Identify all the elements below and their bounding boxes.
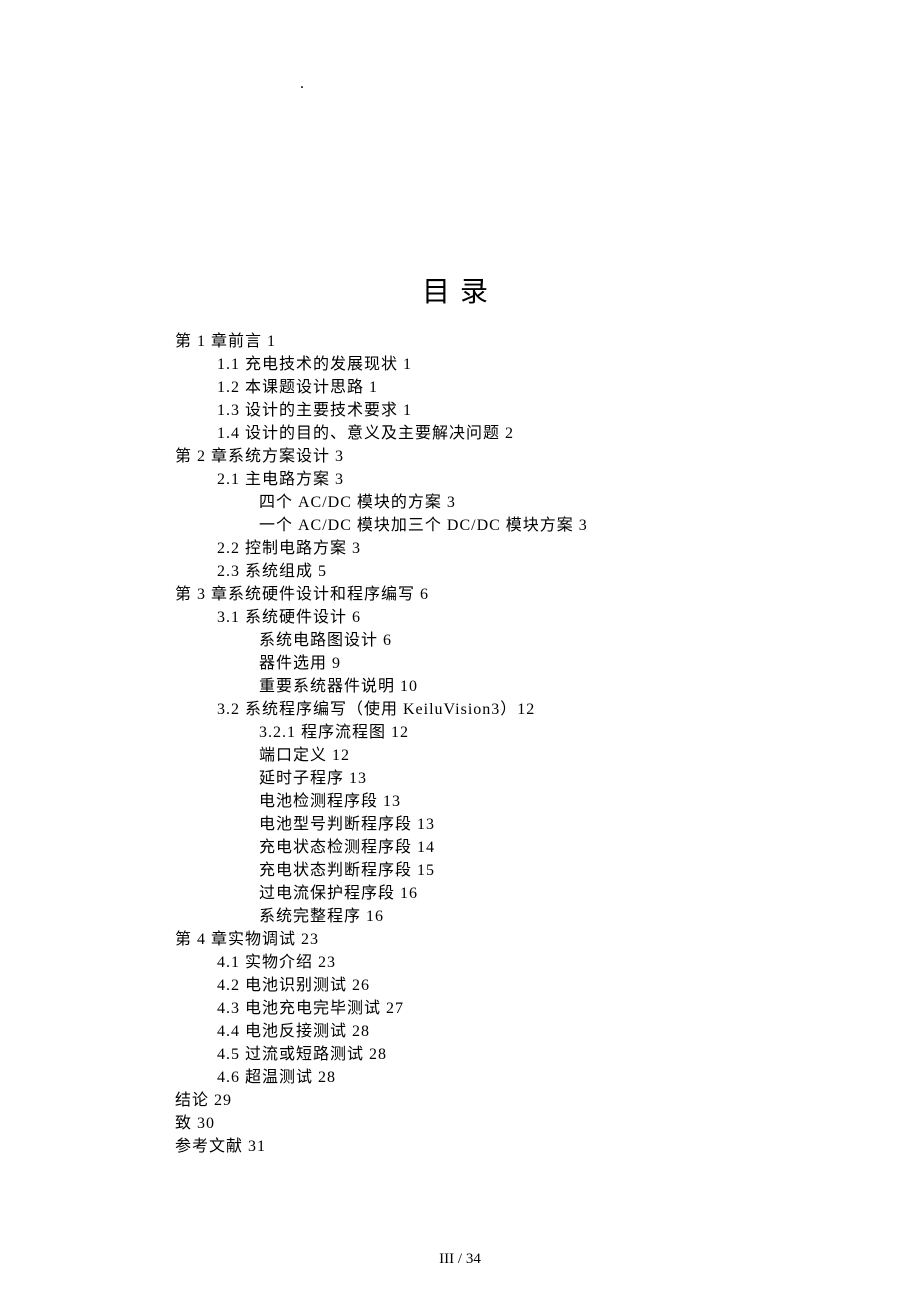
toc-entry: 4.5 过流或短路测试 28 <box>217 1043 920 1066</box>
header-dot: . <box>300 75 304 93</box>
toc-entry: 4.4 电池反接测试 28 <box>217 1020 920 1043</box>
toc-entry: 系统完整程序 16 <box>259 905 920 928</box>
page: . 目录 第 1 章前言 11.1 充电技术的发展现状 11.2 本课题设计思路… <box>0 0 920 1158</box>
toc-entry: 一个 AC/DC 模块加三个 DC/DC 模块方案 3 <box>259 514 920 537</box>
toc-entry: 1.2 本课题设计思路 1 <box>217 376 920 399</box>
toc-entry: 4.2 电池识别测试 26 <box>217 974 920 997</box>
toc-entry: 器件选用 9 <box>259 652 920 675</box>
toc-entry: 2.2 控制电路方案 3 <box>217 537 920 560</box>
toc-entry: 1.1 充电技术的发展现状 1 <box>217 353 920 376</box>
toc-entry: 第 4 章实物调试 23 <box>175 928 920 951</box>
toc-entry: 第 3 章系统硬件设计和程序编写 6 <box>175 583 920 606</box>
toc-entry: 电池型号判断程序段 13 <box>259 813 920 836</box>
toc-entry: 端口定义 12 <box>259 744 920 767</box>
page-footer: III / 34 <box>0 1251 920 1268</box>
toc-entry: 第 1 章前言 1 <box>175 330 920 353</box>
toc-entry: 第 2 章系统方案设计 3 <box>175 445 920 468</box>
toc-entry: 1.3 设计的主要技术要求 1 <box>217 399 920 422</box>
toc-entry: 4.1 实物介绍 23 <box>217 951 920 974</box>
toc-entry: 1.4 设计的目的、意义及主要解决问题 2 <box>217 422 920 445</box>
toc-entry: 结论 29 <box>175 1089 920 1112</box>
toc-entry: 3.2 系统程序编写（使用 KeiluVision3）12 <box>217 698 920 721</box>
toc-entry: 4.3 电池充电完毕测试 27 <box>217 997 920 1020</box>
toc-entry: 系统电路图设计 6 <box>259 629 920 652</box>
toc-entry: 四个 AC/DC 模块的方案 3 <box>259 491 920 514</box>
toc-entry: 电池检测程序段 13 <box>259 790 920 813</box>
toc-entry: 3.2.1 程序流程图 12 <box>259 721 920 744</box>
toc-entry: 重要系统器件说明 10 <box>259 675 920 698</box>
toc-list: 第 1 章前言 11.1 充电技术的发展现状 11.2 本课题设计思路 11.3… <box>175 330 920 1158</box>
toc-entry: 参考文献 31 <box>175 1135 920 1158</box>
toc-title: 目录 <box>0 270 920 310</box>
toc-entry: 充电状态检测程序段 14 <box>259 836 920 859</box>
toc-entry: 过电流保护程序段 16 <box>259 882 920 905</box>
toc-entry: 4.6 超温测试 28 <box>217 1066 920 1089</box>
toc-entry: 延时子程序 13 <box>259 767 920 790</box>
toc-entry: 3.1 系统硬件设计 6 <box>217 606 920 629</box>
toc-entry: 2.1 主电路方案 3 <box>217 468 920 491</box>
toc-entry: 充电状态判断程序段 15 <box>259 859 920 882</box>
toc-entry: 致 30 <box>175 1112 920 1135</box>
toc-entry: 2.3 系统组成 5 <box>217 560 920 583</box>
